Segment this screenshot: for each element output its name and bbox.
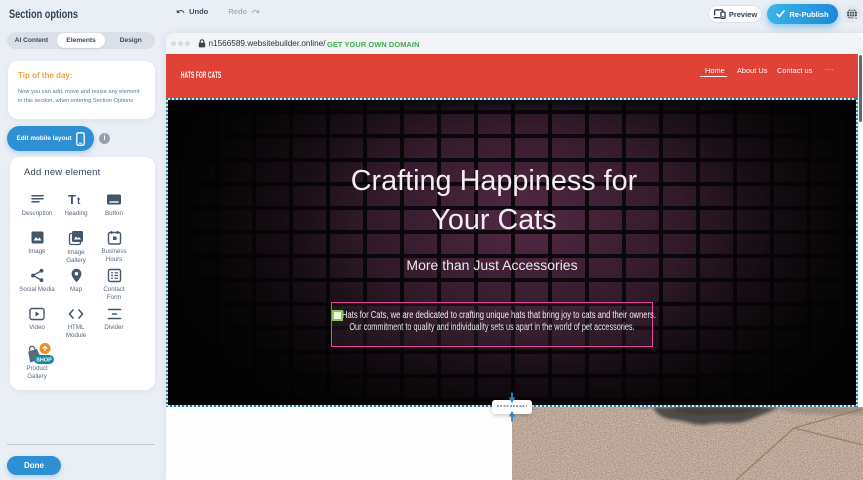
svg-text:t: t (77, 196, 81, 207)
svg-text:SHOP: SHOP (36, 358, 52, 364)
svg-text:T: T (68, 192, 76, 207)
